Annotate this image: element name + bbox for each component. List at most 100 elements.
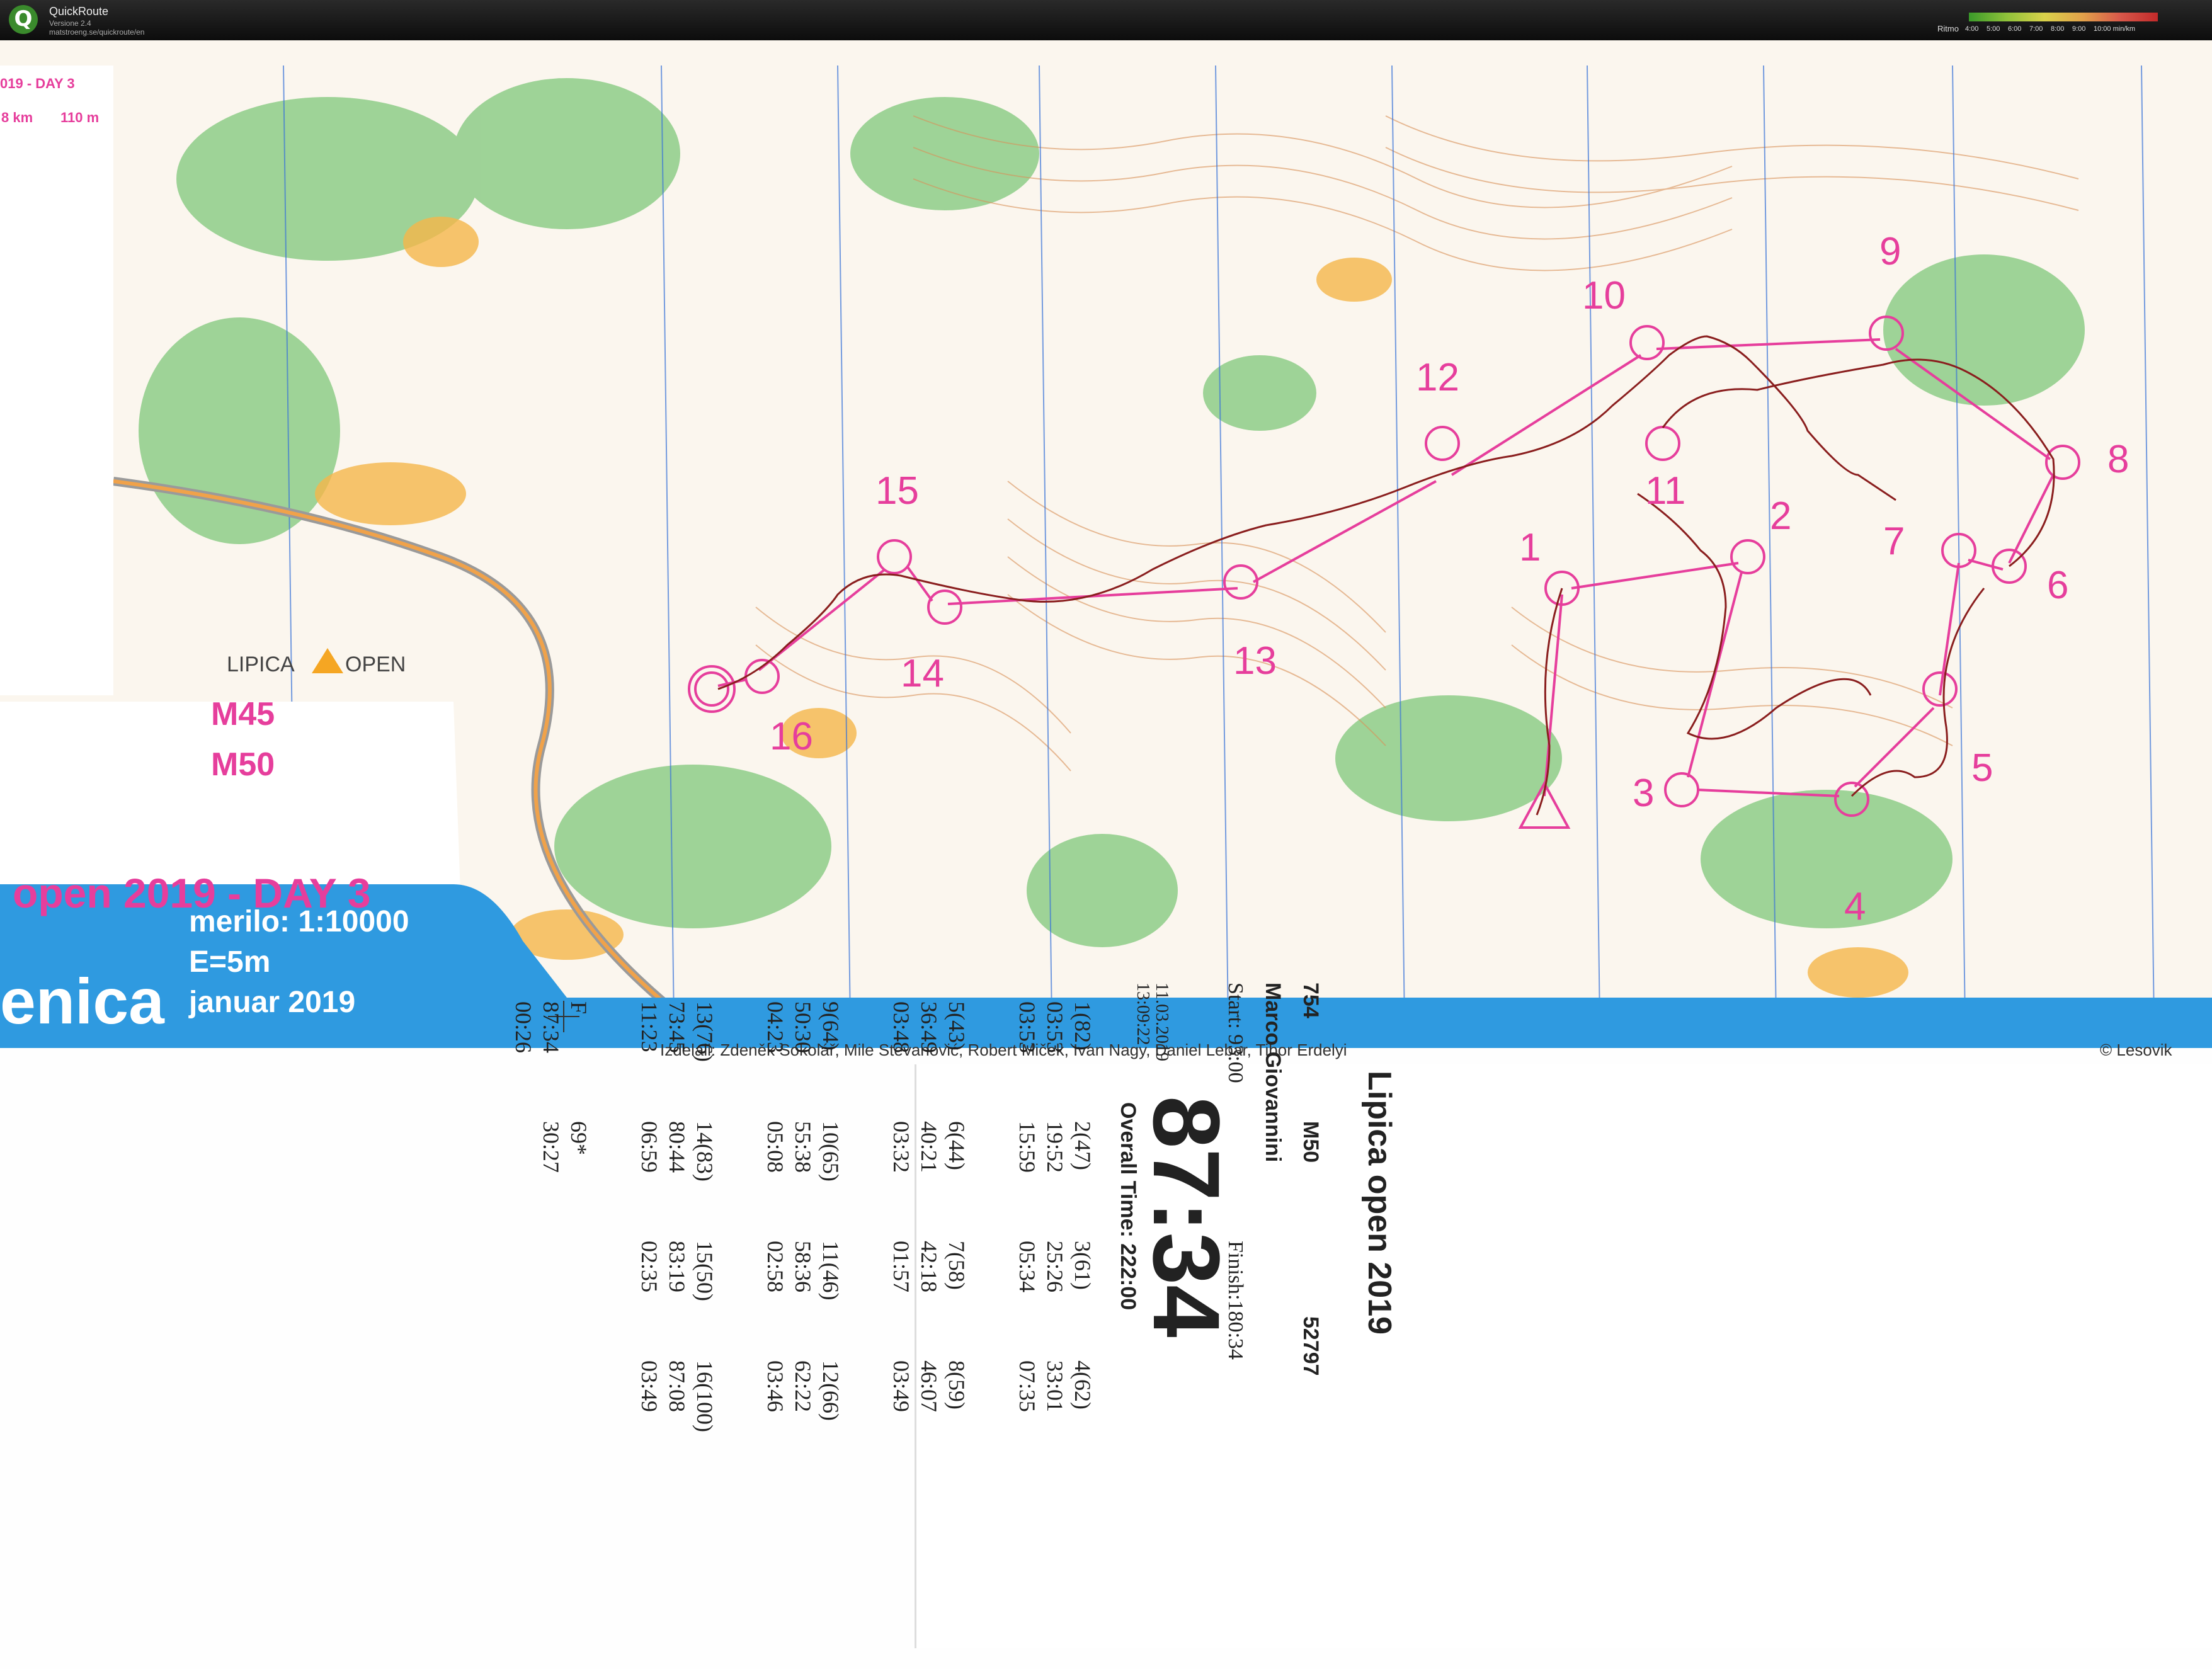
split-cell: 15:59 <box>1015 1121 1040 1173</box>
app-title: QuickRoute <box>49 5 109 18</box>
course-climb: 110 m <box>60 110 100 125</box>
class-label: M50 <box>211 746 275 783</box>
split-cell: 06:59 <box>637 1121 662 1173</box>
legend-header: 019 - DAY 3 <box>0 76 75 91</box>
pace-color-scale <box>1969 13 2158 21</box>
open-logo-text: OPEN <box>345 652 406 676</box>
split-cell: 11:23 <box>637 1001 662 1052</box>
card-chip: 52797 <box>1299 1316 1323 1376</box>
card-name: Marco Giovannini <box>1261 983 1285 1163</box>
split-cell: F <box>566 1001 591 1015</box>
card-time: 13:09:22 <box>1133 983 1153 1045</box>
control-number: 5 <box>1971 746 1993 790</box>
split-cell: 58:36 <box>790 1241 816 1293</box>
app-title-bar: Q QuickRoute Versione 2.4 matstroeng.se/… <box>0 0 2212 40</box>
card-date: 11.03.2019 <box>1152 983 1172 1061</box>
map-copyright: © Lesovik <box>2100 1040 2172 1059</box>
control-number: 2 <box>1770 494 1792 538</box>
app-url[interactable]: matstroeng.se/quickroute/en <box>49 28 144 37</box>
pace-tick: 4:00 <box>1965 25 1979 33</box>
split-cell: 46:07 <box>916 1360 942 1413</box>
split-cell: 7(58) <box>944 1241 969 1290</box>
split-cell: 8(59) <box>944 1360 969 1410</box>
split-cell: 40:21 <box>916 1121 942 1173</box>
card-result: 87:34 <box>1134 1096 1240 1338</box>
split-cell: 1(82) <box>1070 1001 1095 1051</box>
pace-legend-label: Ritmo <box>1937 24 1959 33</box>
result-card-content: Lipica open 2019 754 M50 52797 Marco Gio… <box>139 976 1398 1669</box>
split-cell: 55:38 <box>790 1121 816 1173</box>
split-cell: 62:22 <box>790 1360 816 1413</box>
split-cell: 03:49 <box>889 1360 914 1413</box>
split-cell: 05:34 <box>1015 1241 1040 1293</box>
split-cell: 5(43) <box>944 1001 969 1051</box>
split-cell: 03:53 <box>1015 1001 1040 1054</box>
card-start: Start: 93:00 <box>1224 983 1247 1083</box>
control-number: 1 <box>1519 526 1541 569</box>
split-cell: 3(61) <box>1070 1241 1095 1290</box>
split-cell: 25:26 <box>1042 1241 1068 1293</box>
pace-tick-labels: 4:00 5:00 6:00 7:00 8:00 9:00 10:00 min/km <box>1965 25 2204 33</box>
split-cell: 15(50) <box>692 1241 717 1301</box>
control-number: 8 <box>2107 438 2129 481</box>
split-cell: 33:01 <box>1042 1360 1068 1413</box>
control-number: 6 <box>2047 564 2069 607</box>
split-cell: 11(46) <box>818 1241 843 1301</box>
split-cell: 42:18 <box>916 1241 942 1293</box>
control-number: 10 <box>1582 274 1626 317</box>
split-cell: 04:23 <box>763 1001 788 1054</box>
split-cell: 9(64) <box>818 1001 843 1051</box>
split-cell: 73:45 <box>664 1001 690 1054</box>
card-class: M50 <box>1299 1121 1323 1163</box>
control-number: 7 <box>1883 520 1905 563</box>
pace-tick: 10:00 min/km <box>2094 25 2136 33</box>
map-scale: merilo: 1:10000 <box>189 905 409 938</box>
control-number: 4 <box>1844 885 1866 928</box>
card-event: Lipica open 2019 <box>1361 1071 1398 1335</box>
split-cell: 12(66) <box>818 1360 843 1421</box>
split-cell: 14(83) <box>692 1121 717 1182</box>
split-cell: 87:34 <box>539 1001 564 1054</box>
split-cell: 19:52 <box>1042 1121 1068 1173</box>
split-cell: 50:30 <box>790 1001 816 1054</box>
split-cell: 87:08 <box>664 1360 690 1413</box>
class-label: M45 <box>211 696 275 732</box>
split-cell: 02:35 <box>637 1241 662 1293</box>
pace-tick: 7:00 <box>2029 25 2043 33</box>
split-cell: 00:26 <box>511 1001 536 1054</box>
split-cell: 03:32 <box>889 1121 914 1173</box>
card-overall: Overall Time: 222:00 <box>1116 1102 1140 1311</box>
split-cell: 10(65) <box>818 1121 843 1182</box>
control-number: 3 <box>1633 772 1655 815</box>
split-cell: 01:57 <box>889 1241 914 1293</box>
split-cell: 13(76) <box>692 1001 717 1062</box>
split-cell: 6(44) <box>944 1121 969 1170</box>
split-cell: 16(100) <box>692 1360 717 1432</box>
control-number: 16 <box>770 715 813 758</box>
control-number: 15 <box>875 469 919 513</box>
pace-tick: 5:00 <box>1987 25 2000 33</box>
control-number: 9 <box>1879 230 1901 273</box>
control-number: 11 <box>1645 469 1686 513</box>
split-cell: 4(62) <box>1070 1360 1095 1410</box>
split-cell: 03:53 <box>1042 1001 1068 1054</box>
card-id: 754 <box>1299 983 1323 1018</box>
split-cell: 03:49 <box>637 1360 662 1413</box>
app-version: Versione 2.4 <box>49 19 91 28</box>
split-cell: 07:35 <box>1015 1360 1040 1413</box>
split-cell: 80:44 <box>664 1121 690 1173</box>
pace-tick: 6:00 <box>2008 25 2022 33</box>
control-number: 12 <box>1416 356 1459 399</box>
split-cell: 30:27 <box>539 1121 564 1173</box>
split-cell: 03:48 <box>889 1001 914 1054</box>
split-cell: 36:49 <box>916 1001 942 1054</box>
control-number: 13 <box>1233 639 1277 683</box>
split-cell: 69* <box>566 1121 591 1155</box>
map-equidistance: E=5m <box>189 945 271 979</box>
split-cell: 83:19 <box>664 1241 690 1293</box>
quickroute-logo-icon: Q <box>9 5 38 34</box>
orienteering-map[interactable]: 019 - DAY 3 8 km 110 m LIPICA OPEN M45 M… <box>0 40 2212 1059</box>
split-cell: 02:58 <box>763 1241 788 1293</box>
split-cell: 03:46 <box>763 1360 788 1413</box>
pace-tick: 8:00 <box>2051 25 2065 33</box>
